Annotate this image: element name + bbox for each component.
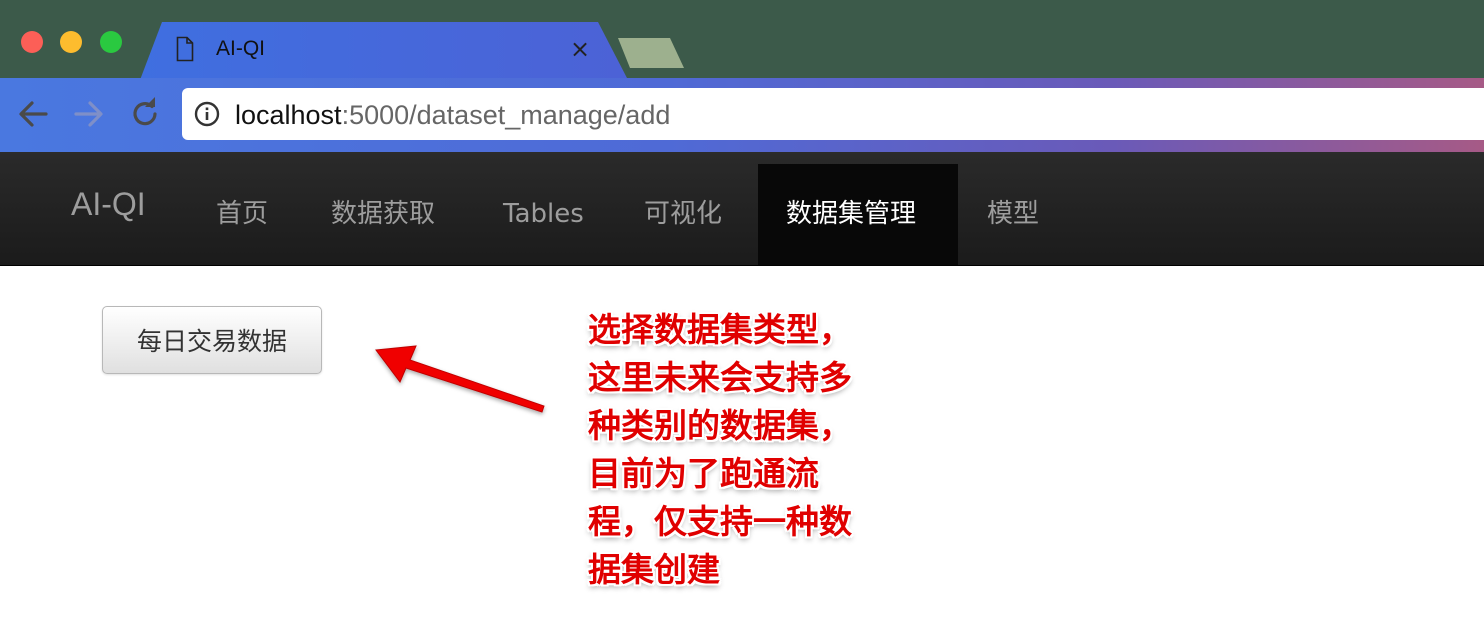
nav-item-model[interactable]: 模型 [987,195,1039,233]
annotation-note: 选择数据集类型， 这里未来会支持多 种类别的数据集， 目前为了跑通流 程，仅支持… [588,310,852,589]
forward-arrow-icon[interactable] [72,96,106,132]
browser-tab-active[interactable] [140,22,628,80]
nav-item-visualization[interactable]: 可视化 [644,195,722,233]
nav-item-tables[interactable]: Tables [503,195,584,233]
reload-icon[interactable] [128,96,162,132]
url-path: :5000/dataset_manage/add [341,100,671,130]
tab-title: AI-QI [216,37,266,60]
nav-item-dataset-manage[interactable]: 数据集管理 [786,195,916,233]
document-icon [176,36,194,62]
url-host: localhost [235,100,342,130]
window-zoom-button[interactable] [100,31,122,53]
window-close-button[interactable] [21,31,43,53]
info-icon[interactable] [194,101,220,127]
url-text[interactable]: localhost:5000/dataset_manage/add [235,99,670,131]
brand-logo[interactable]: AI-QI [71,184,146,224]
nav-item-data-fetch[interactable]: 数据获取 [331,195,435,233]
annotation-arrow [375,345,545,413]
back-arrow-icon[interactable] [16,96,50,132]
dataset-type-daily-trading-button[interactable]: 每日交易数据 [102,306,322,374]
nav-item-home[interactable]: 首页 [216,195,268,233]
tab-close-icon[interactable]: × [570,35,590,63]
window-minimize-button[interactable] [60,31,82,53]
